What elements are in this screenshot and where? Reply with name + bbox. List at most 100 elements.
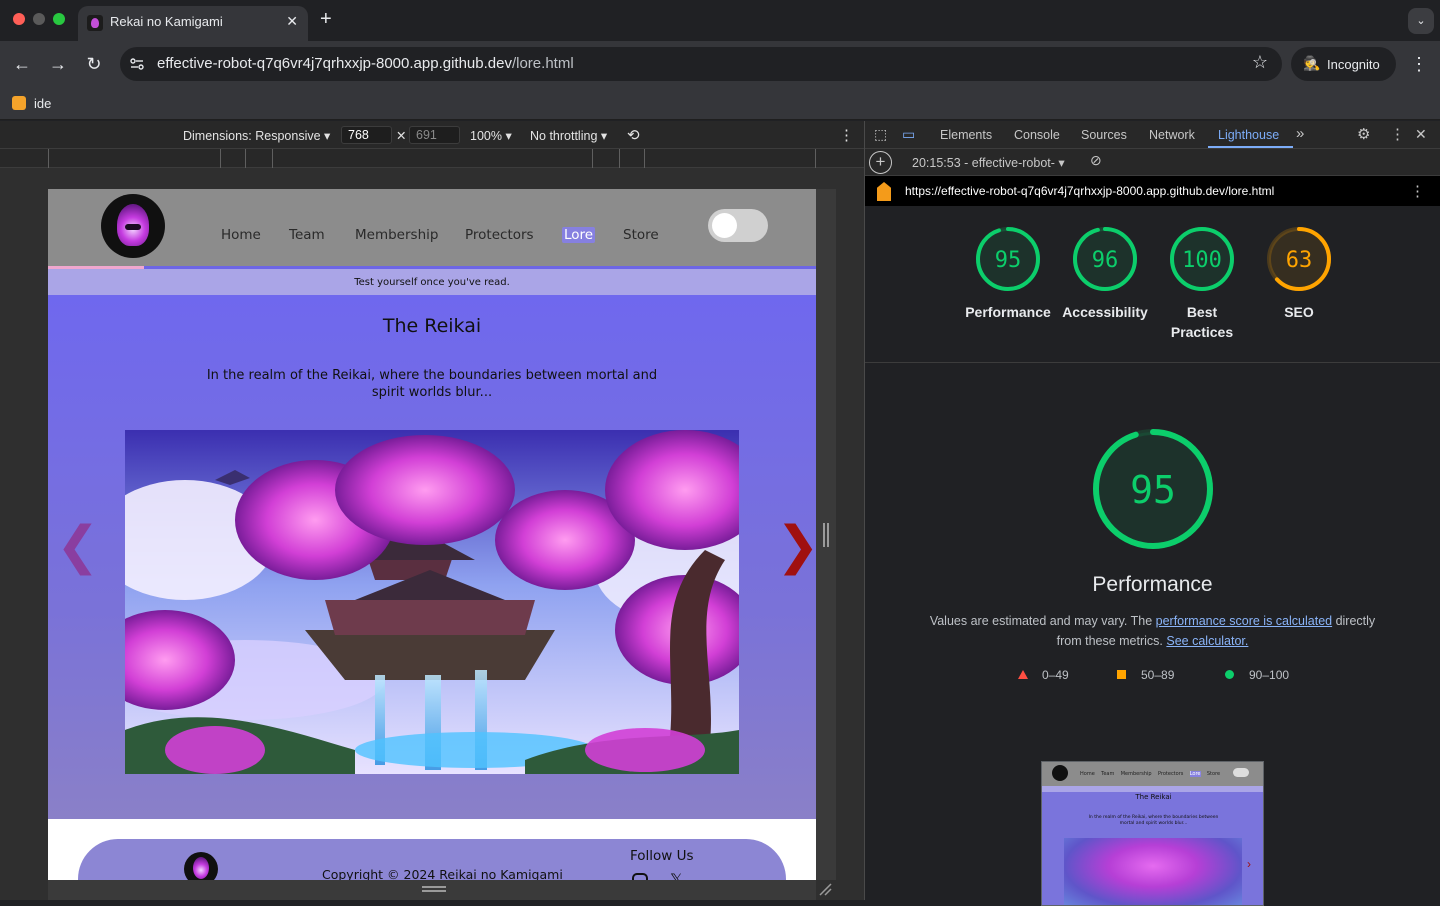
height-input[interactable]: 691 [409,126,460,144]
devtools-tabbar: ⬚ ▭ Elements Console Sources Network Lig… [865,121,1440,149]
legend-pass-label: 90–100 [1249,668,1290,682]
gauge-score-accessibility: 96 [1092,248,1119,273]
inspect-element-icon[interactable]: ⬚ [874,126,887,143]
address-bar[interactable]: effective-robot-q7q6vr4j7qrhxxjp-8000.ap… [120,47,1282,81]
see-calculator-link[interactable]: See calculator. [1166,634,1248,648]
reload-button[interactable]: ↻ [83,54,105,75]
resize-handle-right[interactable] [816,189,836,880]
nav-lore[interactable]: Lore [562,227,596,243]
maximize-window-button[interactable] [53,13,65,25]
nav-protectors[interactable]: Protectors [465,227,534,243]
device-toggle-icon[interactable]: ▭ [902,126,915,143]
new-report-button[interactable]: + [869,151,892,174]
gauge-score-seo: 63 [1286,248,1313,273]
devtools-menu-icon[interactable]: ⋮ [1390,125,1405,143]
thumb-nav-membership: Membership [1120,771,1152,777]
browser-tab[interactable]: Rekai no Kamigami ✕ [78,6,308,41]
thumb-nav-team: Team [1101,771,1115,777]
zoom-label: 100% [470,129,502,143]
legend-average-label: 50–89 [1141,668,1175,682]
toggle-knob [712,213,737,238]
thumb-toggle [1233,768,1249,777]
average-square-icon [1117,670,1126,679]
site-footer: Copyright © 2024 Reikai no Kamigami Foll… [78,839,786,880]
tab-sources[interactable]: Sources [1081,128,1127,142]
device-toolbar-menu-icon[interactable]: ⋮ [839,126,854,144]
more-tabs-icon[interactable]: » [1296,125,1304,142]
fail-triangle-icon [1018,670,1028,679]
report-separator [865,362,1440,363]
tab-search-button[interactable]: ⌄ [1408,8,1434,34]
thumb-next-arrow: › [1247,857,1251,871]
nav-membership[interactable]: Membership [355,227,438,243]
audited-url[interactable]: https://effective-robot-q7q6vr4j7qrhxxjp… [905,184,1274,198]
site-logo[interactable] [101,194,165,258]
close-tab-icon[interactable]: ✕ [286,13,298,30]
theme-toggle[interactable] [708,209,768,242]
zoom-dropdown[interactable]: 100% ▾ [470,128,512,143]
nav-home[interactable]: Home [221,227,261,243]
gauge-performance[interactable]: 95 [975,226,1041,297]
score-calculation-link[interactable]: performance score is calculated [1156,614,1332,628]
thumb-nav: Home Team Membership Protectors Lore Sto… [1080,771,1220,777]
thumb-logo [1052,765,1068,781]
browser-menu-icon[interactable]: ⋮ [1410,54,1428,75]
minimize-window-button[interactable] [33,13,45,25]
report-selector[interactable]: 20:15:53 - effective-robot- ▾ [912,155,1065,170]
follow-us-heading: Follow Us [630,848,694,864]
throttling-dropdown[interactable]: No throttling ▾ [530,128,607,143]
rotate-icon[interactable]: ⟲ [627,126,640,144]
gauge-label-best-practices: Best Practices [1170,304,1234,340]
performance-score-value: 95 [1130,468,1176,512]
legend-fail: 0–49 [1018,668,1069,682]
incognito-indicator[interactable]: 🕵 Incognito [1291,47,1396,81]
tab-elements[interactable]: Elements [940,128,992,142]
report-menu-icon[interactable]: ⋮ [1410,182,1425,200]
thumb-nav-store: Store [1206,771,1221,777]
back-button[interactable]: ← [11,54,33,75]
next-slide-button[interactable]: ❯ [776,520,816,572]
media-query-ruler[interactable] [0,149,864,168]
settings-gear-icon[interactable]: ⚙ [1357,125,1370,143]
close-window-button[interactable] [13,13,25,25]
url-host: effective-robot-q7q6vr4j7qrhxxjp-8000.ap… [157,55,512,72]
site-settings-icon[interactable] [129,56,145,72]
final-screenshot-thumbnail[interactable]: Home Team Membership Protectors Lore Sto… [1041,761,1264,906]
forward-button[interactable]: → [47,54,69,75]
quiz-banner[interactable]: Test yourself once you've read. [48,269,816,295]
prev-slide-button[interactable]: ❮ [56,520,100,572]
incognito-icon: 🕵 [1303,55,1321,71]
note-prefix: Values are estimated and may vary. The [929,614,1156,628]
tab-network[interactable]: Network [1149,128,1195,142]
legend-fail-label: 0–49 [1042,668,1069,682]
lighthouse-report: 95 96 100 63 Performance Accessibility B… [865,206,1440,906]
bookmark-ide[interactable]: ide [34,96,51,111]
lighthouse-url-bar: https://effective-robot-q7q6vr4j7qrhxxjp… [865,176,1440,206]
dimensions-dropdown[interactable]: Dimensions: Responsive ▾ [183,128,330,143]
gauge-accessibility[interactable]: 96 [1072,226,1138,297]
nav-store[interactable]: Store [623,227,659,243]
thumb-text: In the realm of the Reikai, where the bo… [1088,815,1219,826]
url-path: /lore.html [511,55,574,72]
width-input[interactable]: 768 [341,126,392,144]
clear-reports-icon[interactable]: ⊘ [1090,152,1102,169]
thumb-banner [1042,786,1263,792]
thumb-nav-home: Home [1080,771,1095,777]
tab-console[interactable]: Console [1014,128,1060,142]
gauge-best-practices[interactable]: 100 [1169,226,1235,297]
x-twitter-icon[interactable]: 𝕏 [670,870,683,880]
performance-big-gauge: 95 [1091,427,1215,556]
gauge-score-performance: 95 [995,248,1022,273]
resize-handle-bottom[interactable] [48,880,816,900]
device-toolbar: Dimensions: Responsive ▾ 768 ✕ 691 100% … [0,121,864,149]
gauge-seo[interactable]: 63 [1266,226,1332,297]
instagram-icon[interactable] [632,873,648,880]
nav-team[interactable]: Team [289,227,325,243]
report-selector-label: 20:15:53 - effective-robot- [912,156,1055,170]
resize-corner-icon[interactable] [818,882,832,896]
tab-lighthouse[interactable]: Lighthouse [1218,128,1279,142]
bookmark-star-icon[interactable]: ☆ [1252,52,1268,73]
new-tab-button[interactable]: + [320,8,332,31]
gauge-label-performance: Performance [965,304,1051,320]
close-devtools-icon[interactable]: ✕ [1415,126,1427,143]
